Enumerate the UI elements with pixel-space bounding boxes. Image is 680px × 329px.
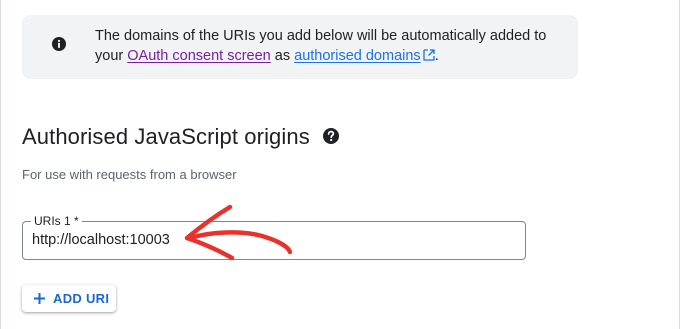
section-subtitle: For use with requests from a browser [22,167,237,182]
plus-icon [34,293,45,304]
uri-field-label: URIs 1 * [31,213,82,229]
info-text: The domains of the URIs you add below wi… [95,26,565,66]
open-in-new-icon [423,49,435,61]
add-uri-button[interactable]: ADD URI [22,285,116,312]
oauth-consent-link[interactable]: OAuth consent screen [127,48,270,64]
uri-input[interactable] [32,232,512,248]
info-icon [52,37,66,51]
info-banner: The domains of the URIs you add below wi… [22,15,578,79]
info-text-middle: as [274,48,291,64]
info-text-after: . [434,48,439,64]
authorised-domains-label: authorised domains [294,48,421,64]
uri-field: URIs 1 * [22,213,526,260]
help-icon[interactable] [322,127,340,145]
section-title: Authorised JavaScript origins [22,124,310,149]
authorised-domains-link[interactable]: authorised domains [294,48,435,64]
add-uri-label: ADD URI [53,291,110,306]
